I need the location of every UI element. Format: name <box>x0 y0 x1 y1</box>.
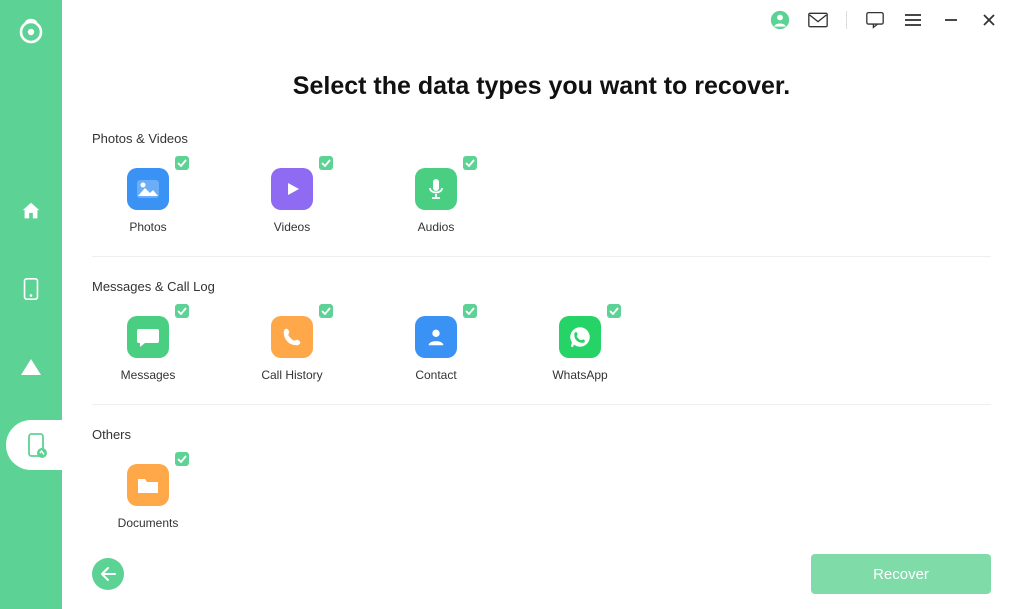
section-photos-videos-title: Photos & Videos <box>92 131 991 146</box>
documents-icon <box>127 464 169 506</box>
checkbox-checked-icon[interactable] <box>463 156 477 170</box>
sidebar <box>0 0 62 609</box>
back-button[interactable] <box>92 558 124 590</box>
call-history-icon <box>271 316 313 358</box>
messages-icon <box>127 316 169 358</box>
item-audios[interactable]: Audios <box>410 156 462 234</box>
section-messages-title: Messages & Call Log <box>92 279 991 294</box>
item-documents[interactable]: Documents <box>122 452 174 530</box>
item-call-history[interactable]: Call History <box>266 304 318 382</box>
item-label: Photos <box>129 220 166 234</box>
item-label: Contact <box>415 368 456 382</box>
item-label: WhatsApp <box>552 368 607 382</box>
item-label: Audios <box>418 220 455 234</box>
videos-icon <box>271 168 313 210</box>
section-others-title: Others <box>92 427 991 442</box>
whatsapp-icon <box>559 316 601 358</box>
checkbox-checked-icon[interactable] <box>319 156 333 170</box>
section-messages: Messages Call History Contact <box>92 304 991 405</box>
item-label: Call History <box>261 368 322 382</box>
checkbox-checked-icon[interactable] <box>175 452 189 466</box>
nav-cloud[interactable] <box>0 342 62 392</box>
checkbox-checked-icon[interactable] <box>319 304 333 318</box>
item-messages[interactable]: Messages <box>122 304 174 382</box>
page-title: Select the data types you want to recove… <box>92 72 991 101</box>
section-photos-videos: Photos Videos Audios <box>92 156 991 257</box>
nav-home[interactable] <box>0 186 62 236</box>
recover-button[interactable]: Recover <box>811 554 991 594</box>
item-videos[interactable]: Videos <box>266 156 318 234</box>
item-contact[interactable]: Contact <box>410 304 462 382</box>
checkbox-checked-icon[interactable] <box>175 304 189 318</box>
audios-icon <box>415 168 457 210</box>
nav-recover[interactable] <box>6 420 68 470</box>
checkbox-checked-icon[interactable] <box>607 304 621 318</box>
photos-icon <box>127 168 169 210</box>
item-label: Videos <box>274 220 310 234</box>
checkbox-checked-icon[interactable] <box>463 304 477 318</box>
section-others: Documents <box>92 452 991 539</box>
footer: Recover <box>62 539 1021 609</box>
item-label: Messages <box>121 368 176 382</box>
item-label: Documents <box>118 516 179 530</box>
item-photos[interactable]: Photos <box>122 156 174 234</box>
nav-device[interactable] <box>0 264 62 314</box>
content: Select the data types you want to recove… <box>62 0 1021 539</box>
contact-icon <box>415 316 457 358</box>
item-whatsapp[interactable]: WhatsApp <box>554 304 606 382</box>
main-area: Select the data types you want to recove… <box>62 0 1021 609</box>
logo-icon <box>16 16 46 46</box>
checkbox-checked-icon[interactable] <box>175 156 189 170</box>
